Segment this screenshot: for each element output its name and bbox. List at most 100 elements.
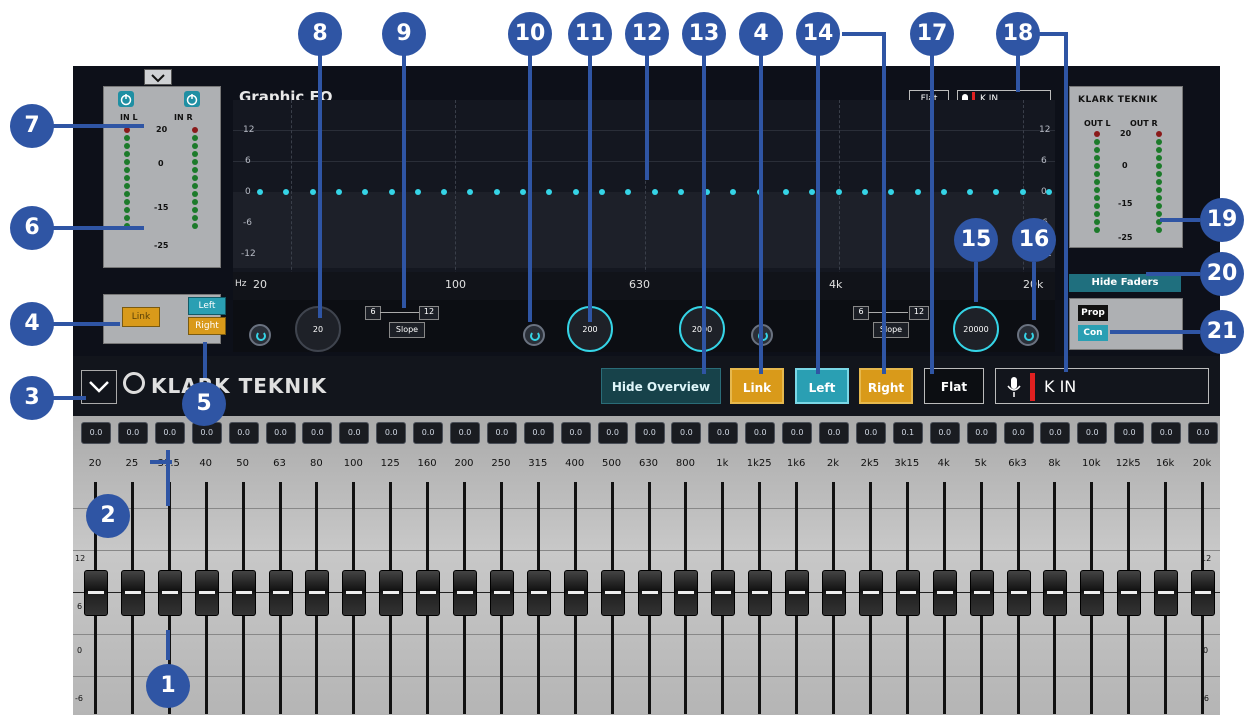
- eq-band-point[interactable]: [835, 189, 842, 195]
- low-slope-button[interactable]: Slope: [389, 322, 425, 338]
- fader-cap[interactable]: [1154, 570, 1179, 616]
- fader-cap[interactable]: [305, 570, 330, 616]
- fader-gain-value[interactable]: 0.0: [1003, 422, 1034, 444]
- mid-power-button[interactable]: [523, 324, 545, 346]
- fader-gain-value[interactable]: 0.0: [1151, 422, 1182, 444]
- eq-band-point[interactable]: [940, 189, 947, 195]
- fader-cap[interactable]: [379, 570, 404, 616]
- eq-band-point[interactable]: [783, 189, 789, 195]
- link-button[interactable]: Link: [730, 368, 784, 404]
- fader-cap[interactable]: [563, 570, 588, 616]
- fader-cap[interactable]: [1191, 570, 1215, 616]
- fader-cap[interactable]: [969, 570, 994, 616]
- fader-cap[interactable]: [600, 570, 625, 616]
- fader-gain-value[interactable]: 0.0: [671, 422, 702, 444]
- fader-cap[interactable]: [84, 570, 108, 616]
- left-button[interactable]: Left: [795, 368, 849, 404]
- high-cut-frequency-knob[interactable]: 20000: [953, 306, 999, 352]
- fader-cap[interactable]: [120, 570, 145, 616]
- fader-cap[interactable]: [157, 570, 182, 616]
- source-selector[interactable]: K IN: [995, 368, 1209, 404]
- eq-band-point[interactable]: [257, 189, 263, 195]
- overview-link-button[interactable]: Link: [122, 307, 160, 327]
- hide-faders-button[interactable]: Hide Faders: [1069, 274, 1181, 292]
- fader-cap[interactable]: [1080, 570, 1105, 616]
- eq-band-point[interactable]: [677, 189, 684, 195]
- fader-gain-value[interactable]: 0.0: [302, 422, 333, 444]
- fader-cap[interactable]: [231, 570, 256, 616]
- fader-gain-value[interactable]: 0.0: [523, 422, 554, 444]
- eq-band-point[interactable]: [861, 189, 868, 195]
- fader-gain-value[interactable]: 0.0: [1040, 422, 1071, 444]
- fader-gain-value[interactable]: 0.0: [745, 422, 776, 444]
- fader-cap[interactable]: [711, 570, 736, 616]
- fader-gain-value[interactable]: 0.0: [81, 422, 111, 444]
- fader-gain-value[interactable]: 0.0: [1188, 422, 1218, 444]
- fader-gain-value[interactable]: 0.0: [1114, 422, 1145, 444]
- fader-gain-value[interactable]: 0.0: [117, 422, 148, 444]
- fader-gain-value[interactable]: 0.0: [486, 422, 517, 444]
- fader-gain-value[interactable]: 0.1: [892, 422, 923, 444]
- fader-gain-value[interactable]: 0.0: [782, 422, 813, 444]
- fader-gain-value[interactable]: 0.0: [708, 422, 739, 444]
- fader-cap[interactable]: [674, 570, 699, 616]
- collapse-chevron-button[interactable]: [144, 69, 172, 85]
- eq-band-point[interactable]: [1019, 189, 1026, 195]
- eq-band-point[interactable]: [493, 189, 500, 195]
- fader-cap[interactable]: [748, 570, 773, 616]
- input-right-power-button[interactable]: [184, 91, 200, 107]
- fader-cap[interactable]: [453, 570, 477, 616]
- fader-cap[interactable]: [822, 570, 846, 616]
- fader-cap[interactable]: [637, 570, 662, 616]
- fader-gain-value[interactable]: 0.0: [560, 422, 591, 444]
- eq-band-point[interactable]: [388, 189, 395, 195]
- right-button[interactable]: Right: [859, 368, 913, 404]
- fader-gain-value[interactable]: 0.0: [1077, 422, 1108, 444]
- fader-gain-value[interactable]: 0.0: [376, 422, 407, 444]
- eq-band-point[interactable]: [572, 189, 579, 195]
- fader-gain-value[interactable]: 0.0: [966, 422, 997, 444]
- fader-gain-value[interactable]: 0.0: [450, 422, 480, 444]
- low-cut-power-button[interactable]: [249, 324, 271, 346]
- high-slope-button[interactable]: Slope: [873, 322, 909, 338]
- fader-gain-value[interactable]: 0.0: [154, 422, 185, 444]
- show-overview-chevron-button[interactable]: [81, 370, 117, 404]
- fader-gain-value[interactable]: 0.0: [413, 422, 444, 444]
- fader-gain-value[interactable]: 0.0: [634, 422, 665, 444]
- prop-button[interactable]: Prop: [1078, 305, 1108, 321]
- eq-band-point[interactable]: [1046, 189, 1052, 195]
- overview-left-button[interactable]: Left: [188, 297, 226, 315]
- fader-cap[interactable]: [785, 570, 810, 616]
- eq-band-point[interactable]: [598, 189, 605, 195]
- fader-cap[interactable]: [194, 570, 219, 616]
- fader-gain-value[interactable]: 0.0: [265, 422, 296, 444]
- eq-band-point[interactable]: [520, 189, 526, 195]
- fader-cap[interactable]: [858, 570, 883, 616]
- high-cut-power-button[interactable]: [1017, 324, 1039, 346]
- eq-band-point[interactable]: [651, 189, 658, 195]
- eq-band-point[interactable]: [309, 189, 316, 195]
- input-left-power-button[interactable]: [118, 91, 134, 107]
- fader-cap[interactable]: [416, 570, 441, 616]
- overview-right-button[interactable]: Right: [188, 317, 226, 335]
- fader-cap[interactable]: [1117, 570, 1142, 616]
- fader-gain-value[interactable]: 0.0: [339, 422, 370, 444]
- fader-gain-value[interactable]: 0.0: [929, 422, 960, 444]
- db-scale-label: -12: [241, 249, 256, 259]
- eq-band-point[interactable]: [914, 189, 921, 195]
- fader-gain-value[interactable]: 0.0: [597, 422, 628, 444]
- fader-gain-value[interactable]: 0.0: [228, 422, 259, 444]
- eq-band-point[interactable]: [414, 189, 421, 195]
- fader-gain-value[interactable]: 0.0: [855, 422, 886, 444]
- fader-cap[interactable]: [489, 570, 514, 616]
- eq-band-point[interactable]: [335, 189, 342, 195]
- con-button[interactable]: Con: [1078, 325, 1108, 341]
- fader-cap[interactable]: [1006, 570, 1031, 616]
- fader-cap[interactable]: [932, 570, 957, 616]
- fader-cap[interactable]: [526, 570, 551, 616]
- fader-cap[interactable]: [1043, 570, 1068, 616]
- fader-cap[interactable]: [268, 570, 293, 616]
- fader-cap[interactable]: [342, 570, 367, 616]
- fader-cap[interactable]: [895, 570, 920, 616]
- fader-gain-value[interactable]: 0.0: [819, 422, 849, 444]
